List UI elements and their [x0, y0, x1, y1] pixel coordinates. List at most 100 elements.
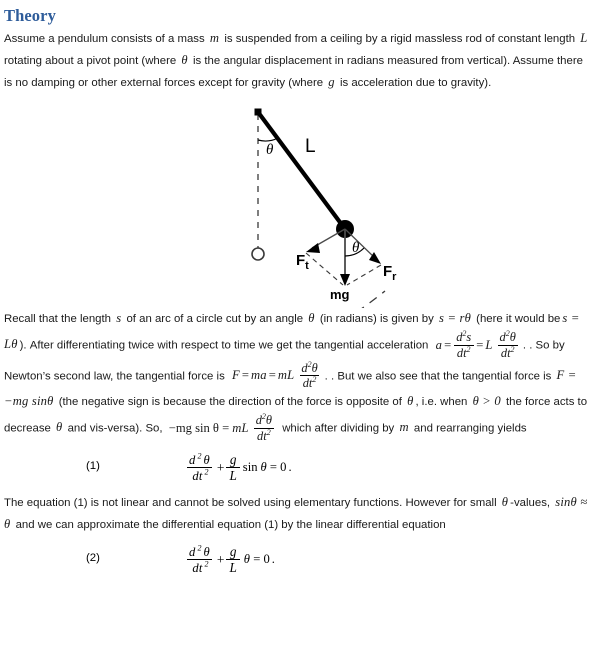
var-m-2: m [399, 420, 409, 435]
accel-eq-2: = [476, 337, 484, 352]
eq2-period: . [271, 552, 275, 567]
frac-denominator: dt2 [497, 344, 518, 361]
frac-denominator: L [226, 559, 240, 576]
frac-numerator: d2θ [253, 412, 275, 428]
pendulum-diagram-svg: θ L θ Ft Fr mg [177, 108, 397, 358]
p2-text-9: , i.e. when [415, 396, 468, 408]
frac-numerator: d2θ [497, 329, 519, 345]
pendulum-diagram: θ L θ Ft Fr mg [0, 96, 599, 358]
ode-lhs: −mg sin θ = [168, 420, 230, 435]
equation-acceleration: a = d2s dt2 = L d2θ dt2 [432, 329, 523, 361]
equation-pendulum-ode-raw: −mg sin θ = mL d2θ dt2 [166, 412, 279, 444]
num-theta: θ [509, 330, 516, 344]
frac-denominator: dt2 [299, 375, 320, 391]
eq1-equals-zero: = 0 [269, 460, 287, 475]
force-eq-1: = [241, 368, 249, 383]
force-F: F [231, 368, 240, 383]
eq2-theta: θ [243, 552, 251, 567]
frac-numerator: d2θ [298, 360, 320, 376]
num-theta: θ [203, 544, 210, 559]
accel-a: a [435, 337, 443, 352]
label-force-tangential: Ft [296, 252, 309, 272]
document-page: Theory Assume a pendulum consists of a m… [0, 6, 599, 670]
frac-numerator: g [229, 543, 237, 559]
p3-text-2: -values, [510, 496, 551, 509]
num-exp: 2 [197, 451, 202, 461]
equation-1-number: (1) [86, 459, 100, 472]
frac-g-over-L-eq1: g L [226, 452, 240, 484]
frac-d2theta-dt2-eq2: d2θ dt 2 [184, 544, 215, 577]
force-eq-2: = [268, 368, 276, 383]
paragraph-intro: Assume a pendulum consists of a mass m i… [4, 28, 593, 94]
p1-text-3: rotating about a pivot point (where [4, 55, 177, 67]
frac-d2theta-dt2: d2θ dt2 [497, 329, 519, 361]
accel-eq-1: = [444, 337, 452, 352]
num-theta: θ [265, 413, 273, 427]
var-theta-5: θ [501, 494, 509, 509]
eq2-plus: + [216, 551, 225, 567]
frac-d2theta-dt2-c: d2θ dt2 [253, 412, 275, 444]
p3-text-3: and we can approximate the differential … [15, 518, 446, 531]
equation-arc-length: s = rθ [439, 311, 471, 325]
equation-1-row: (1) d2θ dt 2 + g L sin θ = 0 . [0, 448, 599, 492]
num-d: d [189, 452, 196, 467]
equation-2-number: (2) [86, 551, 100, 564]
pendulum-rod [255, 109, 348, 232]
equation-theta-positive: θ > 0 [472, 394, 501, 408]
var-s: s [116, 311, 122, 325]
num-theta: θ [203, 452, 210, 467]
label-rod-length: L [305, 136, 316, 157]
p2-text-1: Recall that the length [4, 313, 112, 325]
force-ma: ma [250, 368, 267, 383]
var-g: g [328, 75, 335, 89]
tangential-force-arrowhead [306, 243, 320, 253]
p1-text-5: is acceleration due to gravity). [339, 77, 492, 89]
p2-text-13: and rearranging yields [413, 422, 527, 435]
p2-text-7: . But we also see that the tangential fo… [331, 369, 552, 382]
p2-period-1: . [522, 339, 527, 352]
frac-denominator: dt2 [254, 427, 274, 444]
den-dt: dt [192, 469, 203, 484]
frac-numerator: d2θ [184, 452, 215, 468]
frac-d2theta-dt2-eq1: d2θ dt 2 [184, 452, 215, 485]
num-s: s [466, 330, 472, 344]
paragraph-linearization: The equation (1) is not linear and canno… [4, 492, 593, 536]
var-theta-3: θ [407, 394, 414, 408]
radial-force-vector-line [344, 228, 377, 260]
ode-mL: mL [232, 420, 249, 435]
label-angle-bottom: θ [352, 240, 360, 256]
den-dt: dt [257, 428, 267, 443]
den-dt: dt [500, 345, 511, 360]
p2-text-12: which after dividing by [282, 422, 395, 435]
frac-numerator: d2s [453, 329, 474, 345]
eq1-sin: sin [242, 460, 258, 475]
var-L: L [580, 31, 588, 45]
pivot-point [254, 108, 262, 116]
num-d: d [189, 544, 196, 559]
eq2-equals-zero: = 0 [253, 552, 270, 567]
accel-L: L [485, 337, 493, 352]
p1-text-2: is suspended from a ceiling by a rigid m… [224, 33, 576, 45]
p2-text-4: (here it would be [476, 313, 561, 325]
den-exp: 2 [312, 375, 317, 384]
den-exp: 2 [466, 344, 471, 354]
label-weight: mg [330, 287, 350, 302]
frac-denominator: L [226, 467, 240, 484]
equation-1-body: d2θ dt 2 + g L sin θ = 0 . [180, 452, 295, 485]
frac-denominator: dt2 [453, 344, 474, 361]
label-angle-top: θ [266, 142, 274, 158]
den-exp: 2 [266, 427, 271, 437]
den-dt: dt [192, 561, 203, 576]
parallelogram-side-right [346, 264, 382, 286]
den-dt: dt [302, 376, 313, 391]
eq1-period: . [288, 460, 292, 475]
paragraph-derivation: Recall that the length s of an arc of a … [4, 308, 593, 444]
angle-arc-top [257, 137, 279, 142]
p2-text-8: (the negative sign is because the direct… [58, 396, 402, 408]
var-theta: θ [181, 53, 188, 67]
force-mL: mL [277, 368, 295, 383]
eq1-theta: θ [260, 460, 267, 475]
equilibrium-position-marker [251, 247, 265, 261]
equation-newton-second-law: F = ma = mL d2θ dt2 [228, 360, 325, 392]
label-force-radial: Fr [383, 263, 397, 283]
